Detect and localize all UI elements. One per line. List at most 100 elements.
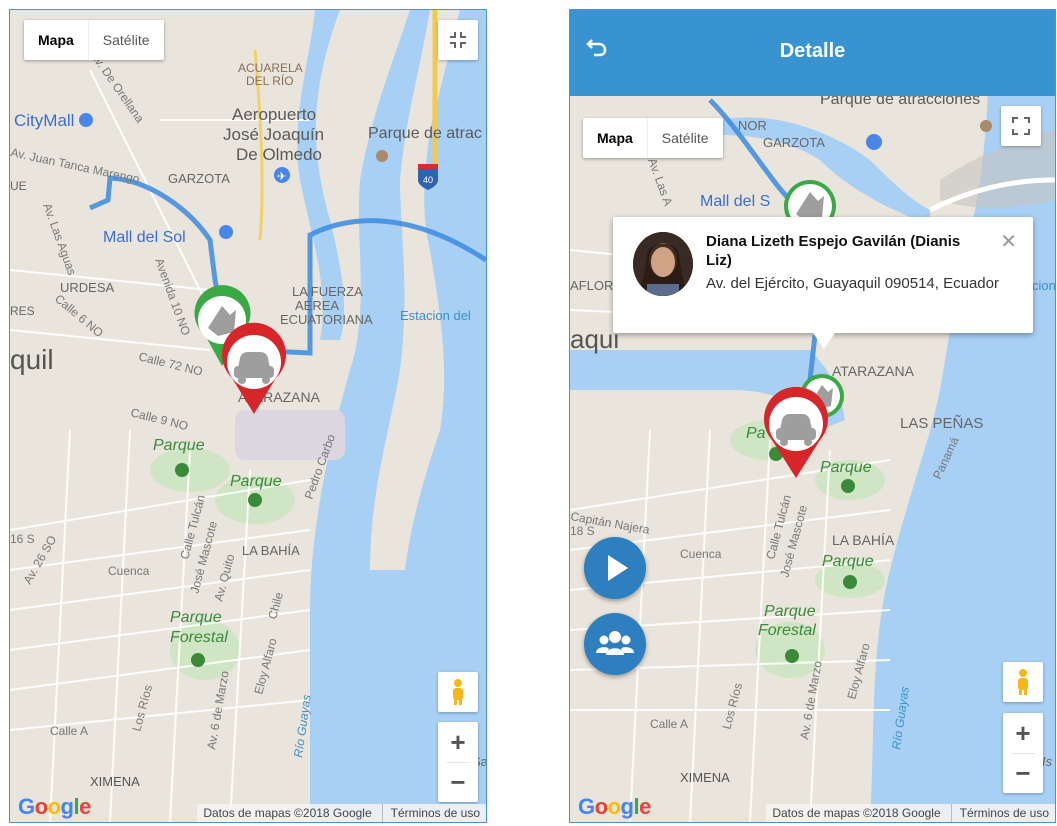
map-type-satellite-button[interactable]: Satélite	[646, 118, 723, 158]
map-label: Aeropuerto	[232, 105, 316, 124]
map-type-control: Mapa Satélite	[24, 20, 164, 60]
map-label: GARZOTA	[168, 171, 230, 186]
svg-text:✈: ✈	[277, 171, 286, 183]
map-label: quil	[10, 344, 54, 375]
map-attribution: Datos de mapas ©2018 Google Términos de …	[766, 804, 1055, 822]
exit-fullscreen-button[interactable]	[438, 20, 478, 60]
zoom-in-button[interactable]: +	[438, 722, 478, 762]
google-logo[interactable]: Google	[578, 794, 651, 820]
map-label: ATARAZANA	[832, 363, 915, 379]
map-label: aqui	[570, 324, 619, 354]
map-label: Parque	[820, 459, 872, 476]
attraction-icon	[980, 120, 992, 132]
map-label: Pa	[746, 425, 766, 442]
map-label: Calle A	[50, 724, 88, 738]
map-label: Mall del S	[700, 193, 770, 210]
map-label: Parque	[764, 603, 816, 620]
pegman-icon	[1018, 669, 1028, 695]
map-label: Mall del Sol	[103, 229, 186, 246]
map-label: XIMENA	[90, 774, 140, 789]
map-label: 18 S	[570, 524, 595, 538]
pegman-icon	[453, 679, 463, 705]
fullscreen-icon	[1012, 117, 1030, 135]
info-window: Diana Lizeth Espejo Gavilán (Dianis Liz)…	[613, 217, 1033, 349]
park-icon	[175, 463, 189, 477]
zoom-control: + −	[438, 722, 478, 802]
close-icon[interactable]: ✕	[1000, 229, 1017, 254]
map-attribution: Datos de mapas ©2018 Google Términos de …	[197, 804, 486, 822]
zoom-in-button[interactable]: +	[1003, 713, 1043, 753]
left-map-panel[interactable]: ACUARELA DEL RÍO Aeropuerto José Joaquín…	[9, 9, 487, 823]
map-type-map-button[interactable]: Mapa	[583, 118, 647, 158]
map-footer: Google Datos de mapas ©2018 Google Térmi…	[570, 794, 1055, 822]
zoom-control: + −	[1003, 713, 1043, 793]
exit-fullscreen-icon	[450, 32, 466, 48]
map-label: DEL RÍO	[246, 73, 294, 88]
map-label: ACUARELA	[238, 61, 303, 75]
park-icon	[843, 575, 857, 589]
person-name: Diana Lizeth Espejo Gavilán (Dianis Liz)	[706, 233, 961, 269]
park-icon	[248, 493, 262, 507]
attraction-icon	[376, 150, 388, 162]
map-label: UE	[10, 179, 27, 193]
park-icon	[785, 649, 799, 663]
map-label: Forestal	[758, 622, 816, 639]
map-label: XIMENA	[680, 770, 730, 785]
airport-icon	[866, 134, 882, 150]
person-address: Av. del Ejército, Guayaquil 090514, Ecua…	[706, 275, 999, 292]
map-type-control: Mapa Satélite	[583, 118, 723, 158]
map-label: Parque de atrac	[368, 125, 482, 142]
map-label: Parque	[153, 437, 205, 454]
terms-link[interactable]: Términos de uso	[950, 804, 1049, 822]
map-label: cion	[1032, 278, 1055, 293]
map-label: 16 S	[10, 532, 35, 546]
group-icon	[596, 631, 634, 655]
map-label: Forestal	[170, 629, 228, 646]
map-label: De Olmedo	[236, 145, 322, 164]
street-view-pegman-button[interactable]	[1003, 662, 1043, 702]
map-label: CityMall	[14, 111, 74, 130]
play-button[interactable]	[584, 537, 646, 599]
right-app-panel: Parque de atracciones GARZOTA Mall del S…	[569, 9, 1056, 823]
park-icon	[191, 653, 205, 667]
zoom-out-button[interactable]: −	[1003, 753, 1043, 793]
map-label: José Joaquín	[223, 125, 324, 144]
app-header: Detalle	[570, 10, 1055, 96]
zoom-out-button[interactable]: −	[438, 762, 478, 802]
map-type-map-button[interactable]: Mapa	[24, 20, 88, 60]
map-label: RES	[10, 304, 35, 318]
map-label: LAS PEÑAS	[900, 415, 983, 432]
map-footer: Google Datos de mapas ©2018 Google Térmi…	[10, 794, 486, 822]
map-label: Parque	[170, 609, 222, 626]
page-title: Detalle	[779, 40, 846, 62]
map-label: ECUATORIANA	[280, 312, 373, 327]
left-map-canvas[interactable]: ACUARELA DEL RÍO Aeropuerto José Joaquín…	[10, 10, 486, 822]
play-icon	[608, 555, 628, 581]
map-label: URDESA	[60, 280, 115, 295]
map-label: Parque	[230, 473, 282, 490]
map-data-text: Datos de mapas ©2018 Google	[203, 806, 372, 820]
map-data-text: Datos de mapas ©2018 Google	[772, 806, 941, 820]
map-label: LA FUERZA	[292, 284, 363, 299]
map-label: GARZOTA	[763, 135, 825, 150]
map-type-satellite-button[interactable]: Satélite	[87, 20, 164, 60]
map-label: Cuenca	[108, 564, 150, 578]
shopping-icon	[219, 225, 233, 239]
map-label: Calle A	[650, 717, 688, 731]
map-label: Estacion del	[400, 308, 471, 323]
google-logo[interactable]: Google	[18, 794, 91, 820]
terms-link[interactable]: Términos de uso	[381, 804, 480, 822]
map-label: Cuenca	[680, 547, 722, 561]
group-button[interactable]	[584, 613, 646, 675]
user-avatar	[633, 232, 693, 296]
map-label: NOR	[738, 118, 767, 133]
map-label: LA BAHÍA	[242, 543, 300, 558]
shopping-icon	[79, 113, 93, 127]
street-view-pegman-button[interactable]	[438, 672, 478, 712]
fullscreen-button[interactable]	[1001, 106, 1041, 146]
park-icon	[841, 479, 855, 493]
svg-text:40: 40	[423, 175, 433, 185]
map-label: AEREA	[295, 298, 339, 313]
map-label: Is	[1042, 754, 1053, 769]
map-label: Parque	[822, 553, 874, 570]
